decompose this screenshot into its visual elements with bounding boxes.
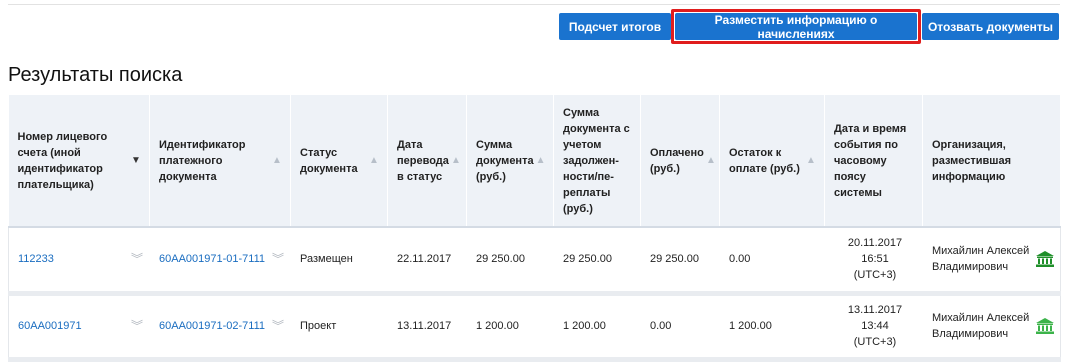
account-link[interactable]: 60АА001971 <box>18 318 82 334</box>
table-header-row: Номер лицевого счета (иной идентификатор… <box>8 95 1061 228</box>
organization-name: Михайлин Алексей Владимирович <box>932 312 1030 340</box>
place-charges-button[interactable]: Разместить информацию о начислениях <box>675 13 917 41</box>
table-row: 112233 ︾ 60АА001971-01-7111 ︾ Размещен 22.… <box>8 227 1061 296</box>
event-time: 16:51 <box>861 253 889 266</box>
cell-sum: 29 250.00 <box>466 227 554 296</box>
double-chevron-down-icon[interactable]: ︾ <box>131 318 143 334</box>
column-header-doc-id[interactable]: Идентификатор платежного документа ▲ <box>149 95 291 228</box>
double-chevron-down-icon[interactable]: ︾ <box>131 251 143 267</box>
cell-doc-id: 60АА001971-01-7111 ︾ <box>149 227 291 296</box>
page-title: Результаты поиска <box>8 64 183 86</box>
sort-triangle-icon[interactable]: ▲ <box>534 153 548 169</box>
event-date: 20.11.2017 <box>847 237 903 250</box>
cell-doc-id: 60АА001971-02-7111 ︾ <box>149 293 291 362</box>
organization-name: Михайлин Алексей Владимирович <box>932 245 1030 274</box>
sort-triangle-icon[interactable]: ▲ <box>449 153 463 169</box>
cell-paid: 29 250.00 <box>640 227 720 296</box>
cell-paid: 0.00 <box>640 293 720 362</box>
results-table: Номер лицевого счета (иной идентификатор… <box>8 95 1061 362</box>
event-date: 13.11.2017 <box>847 304 903 316</box>
event-timezone: (UTC+3) <box>853 269 897 282</box>
cell-remaining: 0.00 <box>719 227 825 296</box>
cell-status: Проект <box>290 293 388 362</box>
totals-button[interactable]: Подсчет итогов <box>559 13 671 40</box>
cell-status: Размещен <box>290 227 388 296</box>
table-row: 60АА001971 ︾ 60АА001971-02-7111 ︾ Проект 1… <box>8 293 1061 362</box>
cell-status-date: 13.11.2017 <box>387 293 467 362</box>
cell-status-date: 22.11.2017 <box>387 227 467 296</box>
cell-event-datetime: 20.11.2017 16:51 (UTC+3) <box>824 227 923 296</box>
column-header-organization: Организация, разместившая информацию <box>922 95 1061 228</box>
column-header-paid[interactable]: Оплачено (руб.) ▲ <box>640 95 720 228</box>
event-time: 13:44 <box>861 320 889 332</box>
sort-triangle-icon[interactable]: ▲ <box>804 153 818 169</box>
column-header-status-date[interactable]: Дата перевода в статус ▲ <box>387 95 467 228</box>
cell-organization: Михайлин Алексей Владимирович <box>922 227 1061 296</box>
recall-documents-button[interactable]: Отозвать документы <box>922 13 1059 40</box>
sort-desc-icon[interactable]: ▼ <box>129 153 143 169</box>
double-chevron-down-icon[interactable]: ︾ <box>272 318 284 334</box>
bank-building-icon[interactable] <box>1036 251 1054 268</box>
column-header-remaining[interactable]: Остаток к оплате (руб.) ▲ <box>719 95 825 228</box>
cell-sum-debt: 1 200.00 <box>553 293 641 362</box>
cell-sum: 1 200.00 <box>466 293 554 362</box>
column-header-sum-debt: Сумма документа с учетом задолжен-ности/… <box>553 95 641 228</box>
column-header-account[interactable]: Номер лицевого счета (иной идентификатор… <box>8 95 150 228</box>
cell-account: 112233 ︾ <box>8 227 150 296</box>
event-timezone: (UTC+3) <box>853 336 897 348</box>
sort-triangle-icon[interactable]: ▲ <box>367 153 381 169</box>
cell-account: 60АА001971 ︾ <box>8 293 150 362</box>
column-header-sum[interactable]: Сумма документа (руб.) ▲ <box>466 95 554 228</box>
cell-organization: Михайлин Алексей Владимирович <box>922 293 1061 362</box>
sort-triangle-icon[interactable]: ▲ <box>270 153 284 169</box>
double-chevron-down-icon[interactable]: ︾ <box>272 251 284 267</box>
column-header-event-date: Дата и время события по часовому поясу с… <box>824 95 923 228</box>
top-divider <box>8 4 1060 5</box>
cell-sum-debt: 29 250.00 <box>553 227 641 296</box>
cell-event-datetime: 13.11.2017 13:44 (UTC+3) <box>824 293 923 362</box>
bank-building-icon[interactable] <box>1036 318 1054 334</box>
column-header-status[interactable]: Статус документа ▲ <box>290 95 388 228</box>
cell-remaining: 1 200.00 <box>719 293 825 362</box>
doc-id-link[interactable]: 60АА001971-01-7111 <box>159 251 265 267</box>
doc-id-link[interactable]: 60АА001971-02-7111 <box>159 318 265 334</box>
sort-triangle-icon[interactable]: ▲ <box>704 153 718 169</box>
account-link[interactable]: 112233 <box>18 251 54 267</box>
